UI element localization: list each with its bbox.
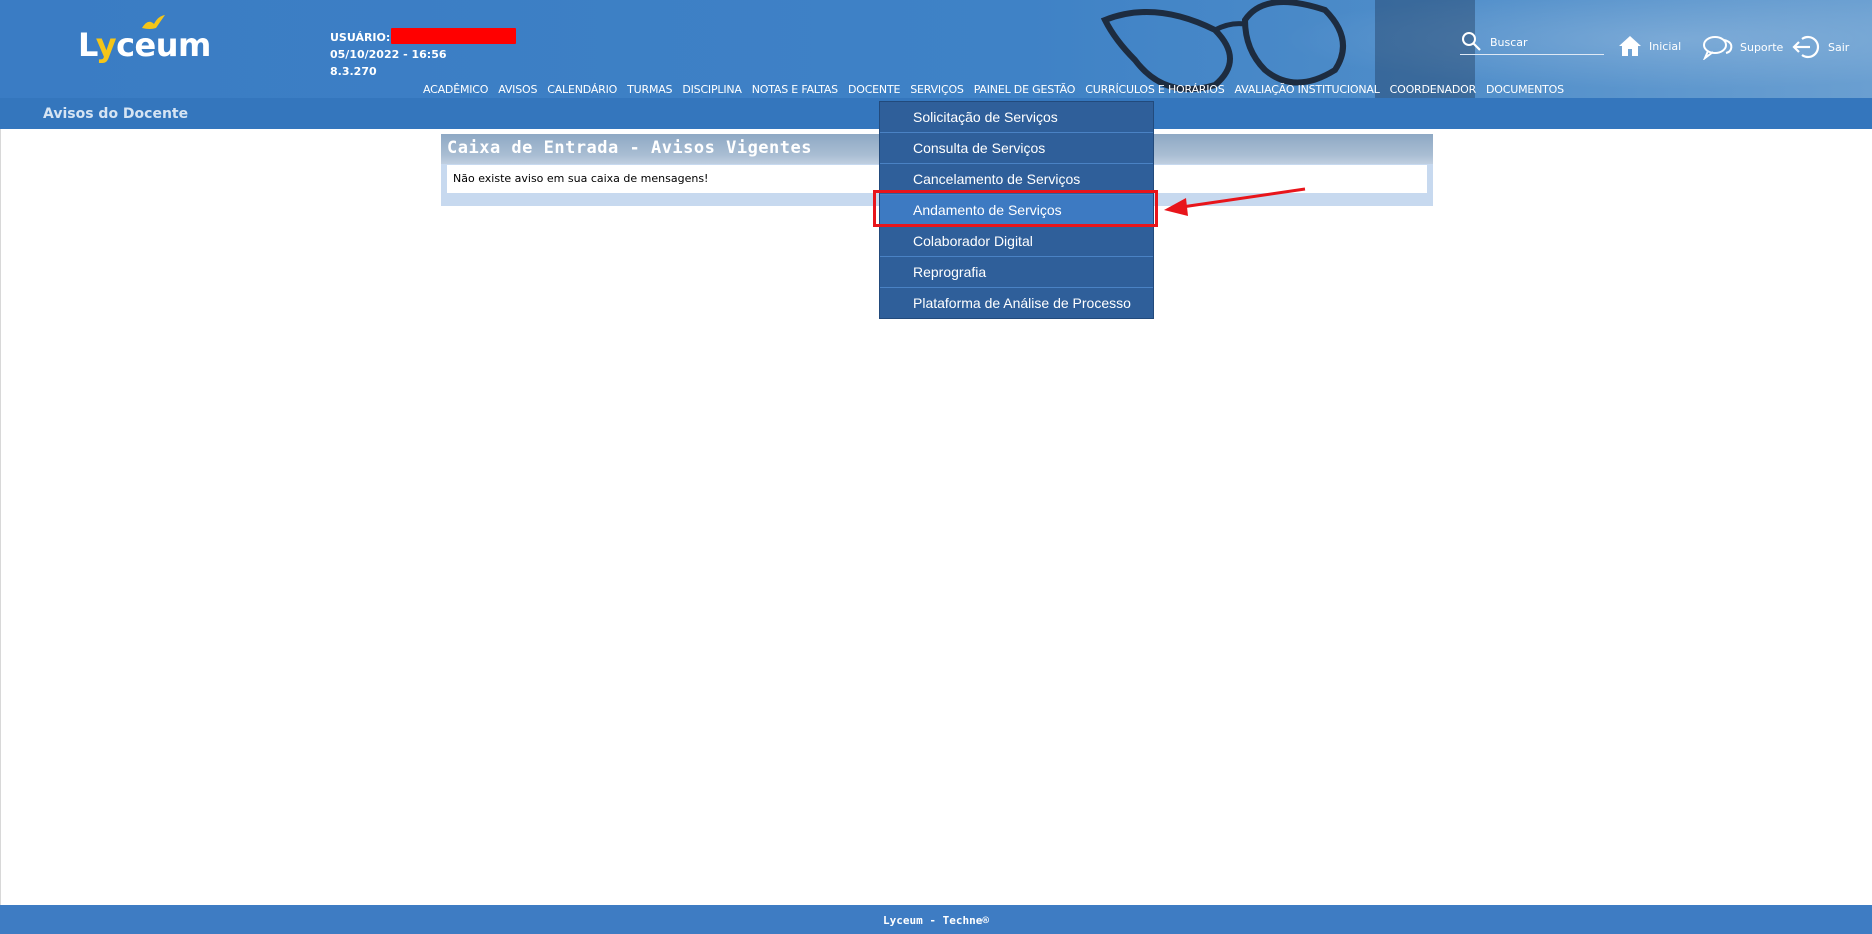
nav-disciplina[interactable]: DISCIPLINA [677, 83, 746, 96]
nav-servicos[interactable]: SERVIÇOS [905, 83, 968, 96]
search-input[interactable] [1488, 32, 1602, 52]
search-icon[interactable] [1460, 30, 1482, 52]
nav-coordenador[interactable]: COORDENADOR [1385, 83, 1481, 96]
user-info: USUÁRIO: 05/10/2022 - 16:56 8.3.270 [330, 28, 517, 80]
app-header: Lyceum USUÁRIO: 05/10/2022 - 16:56 8.3.2… [0, 0, 1872, 98]
support-link[interactable]: Suporte [1702, 34, 1783, 60]
nav-avaliacao-institucional[interactable]: AVALIAÇÃO INSTITUCIONAL [1230, 83, 1385, 96]
exit-label: Sair [1828, 40, 1850, 54]
session-datetime: 05/10/2022 - 16:56 [330, 48, 447, 61]
home-link[interactable]: Inicial [1617, 34, 1681, 58]
menu-item-reprografia[interactable]: Reprografia [880, 257, 1153, 288]
menu-item-plataforma-de-analise-de-processo[interactable]: Plataforma de Análise de Processo [880, 288, 1153, 318]
footer-text: Lyceum - Techne® [883, 914, 989, 927]
highlight-box [873, 190, 1158, 227]
nav-academico[interactable]: ACADÊMICO [418, 83, 493, 96]
user-label: USUÁRIO: [330, 31, 391, 44]
menu-item-solicitacao-de-servicos[interactable]: Solicitação de Serviços [880, 102, 1153, 133]
app-version: 8.3.270 [330, 65, 377, 78]
exit-link[interactable]: Sair [1792, 34, 1849, 60]
support-label: Suporte [1740, 40, 1784, 54]
nav-turmas[interactable]: TURMAS [622, 83, 677, 96]
left-border [0, 129, 1, 905]
logout-icon [1792, 35, 1820, 59]
inbox-panel-title: Caixa de Entrada - Avisos Vigentes [447, 138, 812, 158]
nav-calendario[interactable]: CALENDÁRIO [542, 83, 622, 96]
empty-inbox-message: Não existe aviso em sua caixa de mensage… [453, 172, 709, 185]
menu-item-colaborador-digital[interactable]: Colaborador Digital [880, 226, 1153, 257]
main-nav: ACADÊMICO AVISOS CALENDÁRIO TURMAS DISCI… [418, 83, 1569, 96]
home-icon [1619, 36, 1641, 56]
redacted-username [391, 28, 517, 44]
page-title: Avisos do Docente [43, 106, 189, 122]
nav-notas-e-faltas[interactable]: NOTAS E FALTAS [747, 83, 843, 96]
search-box [1460, 30, 1604, 55]
app-footer: Lyceum - Techne® [0, 905, 1872, 934]
nav-painel-de-gestao[interactable]: PAINEL DE GESTÃO [969, 83, 1081, 96]
nav-docente[interactable]: DOCENTE [843, 83, 905, 96]
home-label: Inicial [1649, 39, 1682, 53]
chat-bubbles-icon [1703, 36, 1733, 60]
nav-avisos[interactable]: AVISOS [493, 83, 542, 96]
nav-documentos[interactable]: DOCUMENTOS [1481, 83, 1569, 96]
menu-item-consulta-de-servicos[interactable]: Consulta de Serviços [880, 133, 1153, 164]
red-arrow-annotation [1164, 187, 1306, 216]
logo-bird-icon [142, 15, 165, 29]
nav-curriculos-e-horarios[interactable]: CURRÍCULOS E HORÁRIOS [1080, 83, 1229, 96]
